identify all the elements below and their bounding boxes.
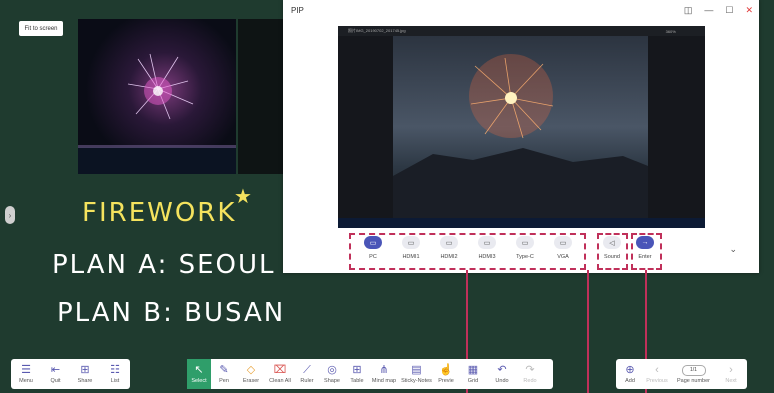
table-icon: ⊞ (352, 364, 362, 376)
viewer-title-bar: 照片IMG_20190702_201745.jpg 360% (338, 26, 705, 36)
mind-map-button[interactable]: ⋔ Mind map (369, 359, 399, 389)
sticky-notes-icon: ▤ (411, 364, 422, 376)
maximize-icon[interactable]: ☐ (725, 5, 733, 16)
toolbar-left: ☰ Menu ⇤ Quit ⊞ Share ☷ List (11, 359, 130, 389)
menu-icon: ☰ (21, 364, 31, 376)
chevron-left-icon: ‹ (655, 364, 659, 376)
star-doodle-icon: ★ (234, 186, 252, 208)
quit-icon: ⇤ (50, 364, 61, 376)
add-page-button[interactable]: ⊕ Add (616, 359, 644, 389)
sources-highlight (349, 233, 586, 270)
list-button[interactable]: ☷ List (100, 359, 130, 389)
enter-highlight (631, 233, 662, 270)
toolbar-center: ↖ Select ✎ Pen ◇ Eraser ⌧ Clean All ⟋ Ru… (187, 359, 553, 389)
preview-button[interactable]: ☝ Previe (434, 359, 458, 389)
handwriting-line-2: PLAN A: SEOUL (52, 250, 276, 280)
left-expand-arrow-icon[interactable]: › (5, 206, 15, 224)
mind-map-icon: ⋔ (379, 364, 389, 376)
redo-icon: ↷ (525, 364, 535, 376)
chevron-right-icon: › (729, 364, 733, 376)
viewer-zoom: 360% (665, 28, 676, 34)
viewer-filename: 照片IMG_20190702_201745.jpg (348, 28, 406, 33)
clean-all-button[interactable]: ⌧ Clean All (265, 359, 295, 389)
menu-button[interactable]: ☰ Menu (11, 359, 41, 389)
fireworks-video-frame (393, 36, 648, 218)
page-number-control[interactable]: 1/1 Page number (670, 359, 717, 389)
quit-button[interactable]: ⇤ Quit (41, 359, 70, 389)
ruler-button[interactable]: ⟋ Ruler (295, 359, 319, 389)
clean-all-icon: ⌧ (273, 364, 287, 376)
grid-button[interactable]: ▦ Grid (458, 359, 488, 389)
eraser-icon: ◇ (246, 364, 256, 376)
fireworks-photo[interactable] (78, 19, 236, 174)
pen-icon: ✎ (219, 364, 229, 376)
pip-video-area[interactable]: 照片IMG_20190702_201745.jpg 360% (338, 26, 705, 228)
preview-icon: ☝ (439, 364, 453, 376)
sound-pointer-line (587, 270, 589, 393)
pen-button[interactable]: ✎ Pen (211, 359, 237, 389)
close-icon[interactable]: ✕ (745, 5, 753, 16)
sound-highlight (597, 233, 628, 270)
previous-page-button[interactable]: ‹ Previous (644, 359, 670, 389)
minimize-icon[interactable]: — (704, 5, 713, 16)
fit-to-screen-button[interactable]: Fit to screen (19, 21, 63, 36)
undo-icon: ↶ (497, 364, 507, 376)
add-icon: ⊕ (625, 364, 635, 376)
grid-icon: ▦ (467, 364, 479, 376)
fireworks-image (78, 53, 236, 174)
list-icon: ☷ (110, 364, 120, 376)
eraser-button[interactable]: ◇ Eraser (237, 359, 265, 389)
ruler-icon: ⟋ (303, 364, 311, 376)
page-number-value: 1/1 (681, 364, 706, 376)
pip-title: PIP (291, 6, 304, 15)
chevron-down-icon[interactable]: ⌄ (729, 244, 737, 255)
shape-icon: ◎ (327, 364, 337, 376)
next-page-button[interactable]: › Next (717, 359, 745, 389)
shape-button[interactable]: ◎ Shape (319, 359, 345, 389)
handwriting-line-1: FIREWORK (82, 198, 237, 228)
select-icon: ↖ (194, 364, 204, 376)
toolbar-right: ⊕ Add ‹ Previous 1/1 Page number › Next (616, 359, 747, 389)
windows-taskbar (338, 218, 705, 228)
undo-button[interactable]: ↶ Undo (488, 359, 516, 389)
handwriting-line-3: PLAN B: BUSAN (57, 298, 286, 328)
adjacent-photo (238, 19, 284, 174)
redo-button[interactable]: ↷ Redo (516, 359, 544, 389)
pip-window-controls: ◫ — ☐ ✕ (684, 5, 753, 16)
sticky-notes-button[interactable]: ▤ Sticky-Notes (399, 359, 434, 389)
share-button[interactable]: ⊞ Share (70, 359, 100, 389)
table-button[interactable]: ⊞ Table (345, 359, 369, 389)
share-icon: ⊞ (80, 364, 90, 376)
fireworks-frame-image (393, 54, 648, 218)
pip-layout-icon[interactable]: ◫ (684, 5, 693, 16)
select-button[interactable]: ↖ Select (187, 359, 211, 389)
